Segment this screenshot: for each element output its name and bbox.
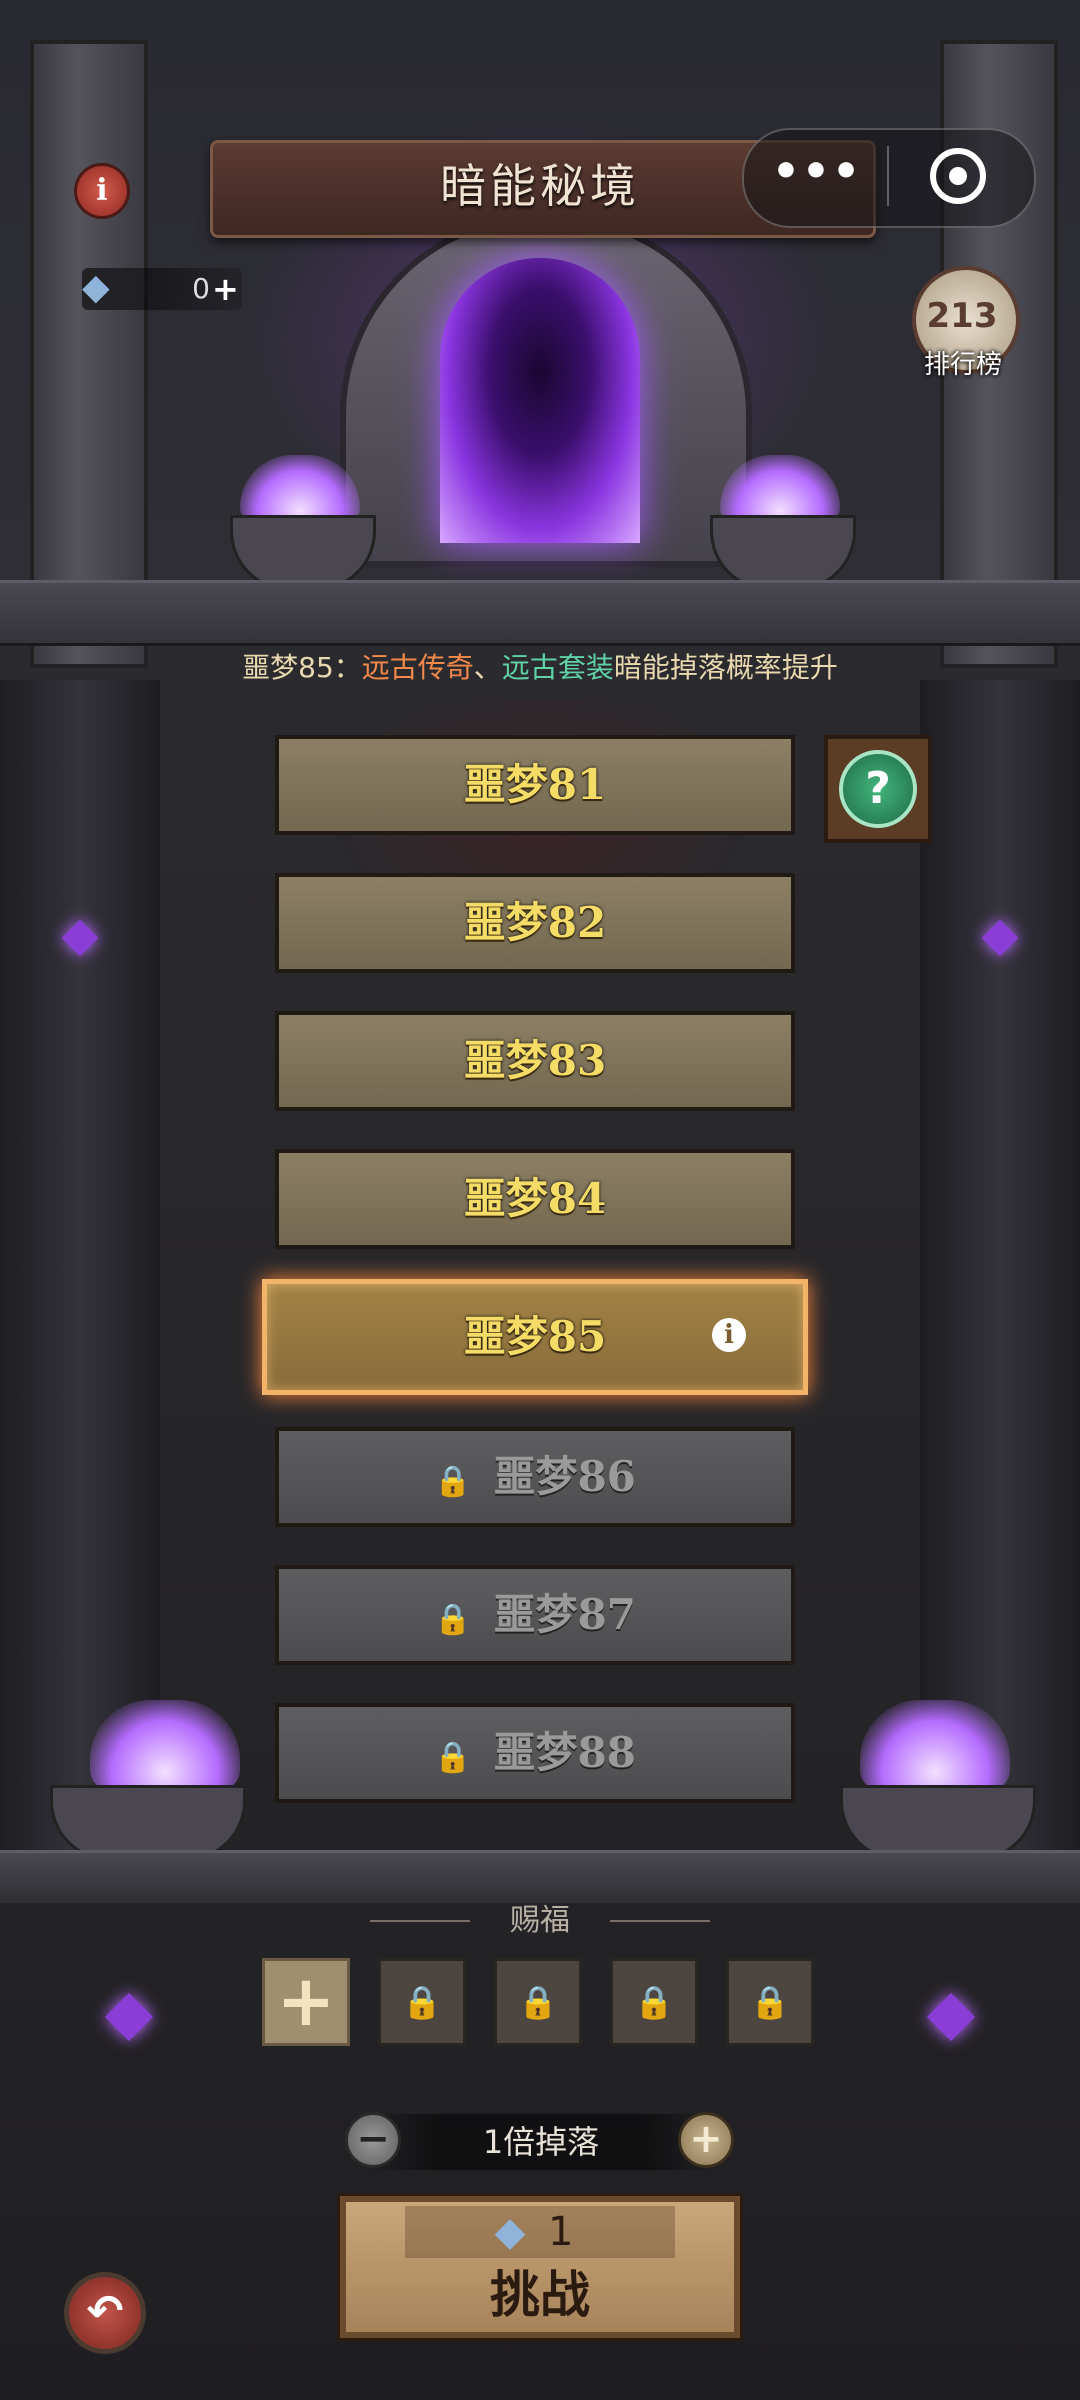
level-info-icon[interactable]: i bbox=[712, 1318, 746, 1352]
lock-icon: 🔒 bbox=[402, 1983, 442, 2021]
level-button-86-locked[interactable]: 🔒 噩梦86 bbox=[275, 1427, 795, 1527]
level-label: 噩梦88 bbox=[493, 1728, 636, 1777]
level-button-88-locked[interactable]: 🔒 噩梦88 bbox=[275, 1703, 795, 1803]
game-screen: 暗能秘境 i ••• ◆ 0 + 213 排行榜 噩梦85：远古传奇、远古套装暗… bbox=[0, 0, 1080, 2400]
bonus-tail: 暗能掉落概率提升 bbox=[613, 651, 838, 684]
purple-gem-bottom-right bbox=[926, 1992, 976, 2042]
dark-portal bbox=[440, 258, 640, 543]
lock-icon: 🔒 bbox=[518, 1983, 558, 2021]
level-label: 噩梦86 bbox=[493, 1452, 636, 1501]
level-button-82[interactable]: 噩梦82 bbox=[275, 873, 795, 973]
purple-flame-bottom-right bbox=[860, 1700, 1010, 1790]
level-button-81[interactable]: 噩梦81 bbox=[275, 735, 795, 835]
challenge-cost: 1 bbox=[548, 2209, 574, 2255]
challenge-label: 挑战 bbox=[490, 2266, 590, 2324]
lock-icon: 🔒 bbox=[750, 1983, 790, 2021]
lock-icon: 🔒 bbox=[434, 1740, 472, 1775]
bonus-separator: 、 bbox=[473, 651, 502, 684]
decrease-multiplier-button[interactable]: − bbox=[345, 2112, 401, 2168]
level-button-83[interactable]: 噩梦83 bbox=[275, 1011, 795, 1111]
bonus-item-ancient-legendary: 远古传奇 bbox=[361, 651, 474, 684]
close-target-dot bbox=[949, 167, 967, 185]
level-button-84[interactable]: 噩梦84 bbox=[275, 1149, 795, 1249]
blessing-slot-locked[interactable]: 🔒 bbox=[378, 1958, 466, 2046]
level-label: 噩梦87 bbox=[493, 1590, 636, 1639]
purple-gem-bottom-left bbox=[104, 1992, 154, 2042]
capsule-divider bbox=[887, 146, 889, 206]
dungeon-column-right bbox=[920, 680, 1080, 1850]
level-label: 噩梦83 bbox=[463, 1036, 607, 1085]
back-arrow-icon[interactable]: ↶ bbox=[64, 2272, 146, 2354]
blessing-slot-locked[interactable]: 🔒 bbox=[726, 1958, 814, 2046]
crystal-shard-icon: ◆ bbox=[494, 2209, 526, 2255]
drop-bonus-text: 噩梦85：远古传奇、远古套装暗能掉落概率提升 bbox=[0, 643, 1080, 693]
add-blessing-button[interactable]: + bbox=[262, 1958, 350, 2046]
question-mark-icon: ? bbox=[839, 750, 917, 828]
dungeon-column-left bbox=[0, 680, 160, 1850]
lock-icon: 🔒 bbox=[434, 1602, 472, 1637]
level-label: 噩梦84 bbox=[463, 1174, 607, 1223]
blessing-slot-locked[interactable]: 🔒 bbox=[494, 1958, 582, 2046]
add-currency-button[interactable]: + bbox=[212, 268, 240, 310]
blessing-deco-right bbox=[610, 1920, 710, 1922]
more-button[interactable]: ••• bbox=[752, 136, 882, 216]
info-icon[interactable]: i bbox=[74, 163, 130, 219]
crystal-shard-icon: ◆ bbox=[82, 267, 110, 308]
bonus-item-ancient-set: 远古套装 bbox=[501, 651, 614, 684]
increase-multiplier-button[interactable]: + bbox=[678, 2112, 734, 2168]
level-label: 噩梦81 bbox=[463, 760, 607, 809]
level-label: 噩梦82 bbox=[463, 898, 607, 947]
level-label: 噩梦85 bbox=[463, 1312, 607, 1361]
leaderboard-label[interactable]: 排行榜 bbox=[888, 344, 1038, 384]
drop-multiplier-text: 1倍掉落 bbox=[482, 2123, 600, 2161]
lock-icon: 🔒 bbox=[434, 1464, 472, 1499]
bonus-stage: 噩梦85： bbox=[242, 651, 362, 684]
purple-flame-bottom-left bbox=[90, 1700, 240, 1790]
currency-value: 0 bbox=[192, 272, 210, 305]
stone-pillar-left bbox=[30, 40, 148, 668]
level-button-87-locked[interactable]: 🔒 噩梦87 bbox=[275, 1565, 795, 1665]
lock-icon: 🔒 bbox=[634, 1983, 674, 2021]
challenge-cost-bar bbox=[405, 2206, 675, 2258]
blessing-slot-locked[interactable]: 🔒 bbox=[610, 1958, 698, 2046]
stone-ledge bbox=[0, 580, 1080, 646]
